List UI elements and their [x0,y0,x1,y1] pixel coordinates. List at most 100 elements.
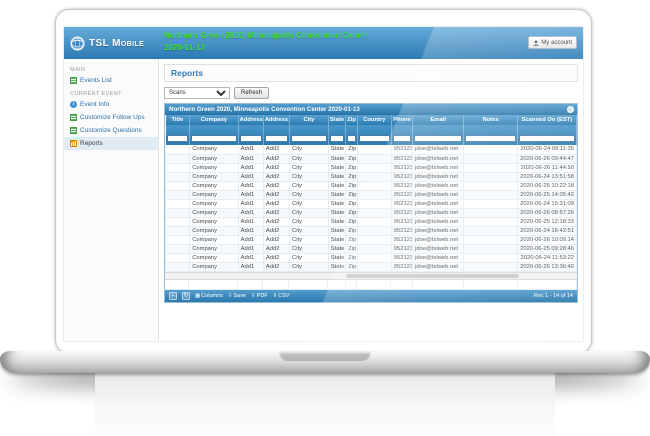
report-type-select[interactable]: Scans [164,87,230,99]
table-cell: 2020-06-26 09:44:47 [517,154,576,163]
table-cell: Zip [346,208,358,217]
report-grid: Northern Green 2020, Minneapolis Convent… [164,103,578,303]
table-cell: Add1 [238,163,263,172]
column-header-company[interactable]: Company [190,115,238,125]
column-header-phone[interactable]: Phone [391,115,412,125]
filter-input-company[interactable] [191,135,236,142]
add-record-icon[interactable]: + [169,292,177,300]
table-cell [357,199,391,208]
table-cell [357,235,391,244]
empty-cell [391,280,412,290]
filter-input-zip[interactable] [347,135,356,142]
filter-input-address-1[interactable] [240,135,262,142]
column-header-state[interactable]: State [328,115,345,125]
filter-input-title[interactable] [167,135,189,142]
my-account-label: My account [541,40,572,46]
table-cell [166,163,190,172]
table-row[interactable]: CompanyAdd1Add2CityStateZip9521234540jdo… [166,199,577,208]
filter-input-country[interactable] [359,135,390,142]
column-header-title[interactable]: Title [166,115,190,125]
filter-input-scanned-on-est[interactable] [519,135,575,142]
table-cell: Add1 [238,226,263,235]
horizontal-scrollbar[interactable] [165,272,577,280]
table-cell: Zip [346,181,358,190]
grid-empty-row [165,280,577,290]
table-cell: Add2 [263,172,289,181]
table-row[interactable]: CompanyAdd1Add2CityStateZip9521234540jdo… [166,253,577,262]
empty-cell [413,280,465,290]
table-row[interactable]: CompanyAdd1Add2CityStateZip9521234540jdo… [166,235,577,244]
table-cell: City [290,154,329,163]
save-button[interactable]: ⇩ Save [228,293,246,299]
columns-button[interactable]: ▦ Columns [195,293,223,299]
table-row[interactable]: CompanyAdd1Add2CityStateZip9521234540jdo… [166,244,577,253]
column-header-address-2[interactable]: Address_2 [263,115,289,125]
empty-cell [189,280,238,290]
filter-input-email[interactable] [414,135,462,142]
table-cell [464,163,517,172]
table-cell: Add1 [238,181,263,190]
column-header-email[interactable]: Email [413,115,464,125]
reload-grid-icon[interactable]: ↻ [182,292,190,300]
sidebar-item-customize-follow-ups[interactable]: Customize Follow Ups [64,111,158,124]
export-csv-button[interactable]: ⇩ CSV [273,293,290,299]
filter-input-phone[interactable] [393,135,411,142]
table-cell: State [328,244,345,253]
sidebar-item-reports[interactable]: Reports [64,137,158,150]
table-row[interactable]: CompanyAdd1Add2CityStateZip9521234540jdo… [166,208,577,217]
chart-icon [70,140,77,147]
table-cell [357,181,391,190]
table-cell: Zip [346,145,358,154]
column-header-notes[interactable]: Notes [464,115,517,125]
my-account-button[interactable]: My account [528,36,577,49]
table-row[interactable]: CompanyAdd1Add2CityStateZip9521234540jdo… [166,190,577,199]
empty-cell [238,280,263,290]
sidebar-item-events-list[interactable]: Events List [64,74,158,87]
column-header-scanned-on-est[interactable]: Scanned On (EST) [517,115,576,125]
table-cell: State [328,208,345,217]
table-cell: State [328,181,345,190]
table-cell [357,226,391,235]
table-row[interactable]: CompanyAdd1Add2CityStateZip9521234540jdo… [166,181,577,190]
filter-input-notes[interactable] [465,135,515,142]
table-cell [464,172,517,181]
table-cell: 9521234540 [391,235,412,244]
table-cell: jdoe@tslweb.net [413,181,464,190]
sidebar-item-event-info[interactable]: i Event Info [64,98,158,111]
scrollbar-thumb[interactable] [346,274,519,278]
table-cell: State [328,145,345,154]
column-header-address-1[interactable]: Address_1 [238,115,263,125]
table-cell [166,226,190,235]
page-icon [70,114,77,121]
table-cell: City [290,181,329,190]
table-cell: jdoe@tslweb.net [413,154,464,163]
table-row[interactable]: CompanyAdd1Add2CityStateZip9521234540jdo… [166,145,577,154]
download-icon: ⇩ [228,293,233,299]
column-header-country[interactable]: Country [357,115,391,125]
table-cell: Add2 [263,145,289,154]
column-header-city[interactable]: City [290,115,329,125]
grid-collapse-icon[interactable] [567,106,574,113]
filter-input-address-2[interactable] [265,135,288,142]
table-cell: 2020-06-24 13:51:58 [517,172,576,181]
table-cell: 9521234540 [391,154,412,163]
table-row[interactable]: CompanyAdd1Add2CityStateZip9521234540jdo… [166,217,577,226]
refresh-button[interactable]: Refresh [234,87,269,99]
filter-input-state[interactable] [330,135,344,142]
sidebar-item-label: Customize Follow Ups [80,114,145,121]
empty-cell [289,280,328,290]
page-title: Reports [164,64,578,82]
table-row[interactable]: CompanyAdd1Add2CityStateZip9521234540jdo… [166,262,577,271]
table-cell: Zip [346,154,358,163]
export-pdf-button[interactable]: ⇩ PDF [251,293,268,299]
column-header-zip[interactable]: Zip [346,115,358,125]
filter-input-city[interactable] [291,135,327,142]
table-row[interactable]: CompanyAdd1Add2CityStateZip9521234540jdo… [166,154,577,163]
table-row[interactable]: CompanyAdd1Add2CityStateZip9521234540jdo… [166,226,577,235]
table-cell [357,190,391,199]
brand: TSL Mobile [64,36,160,51]
table-cell: 9521234540 [391,244,412,253]
sidebar-item-customize-questions[interactable]: Customize Questions [64,124,158,137]
table-row[interactable]: CompanyAdd1Add2CityStateZip9521234540jdo… [166,163,577,172]
table-row[interactable]: CompanyAdd1Add2CityStateZip9521234540jdo… [166,172,577,181]
